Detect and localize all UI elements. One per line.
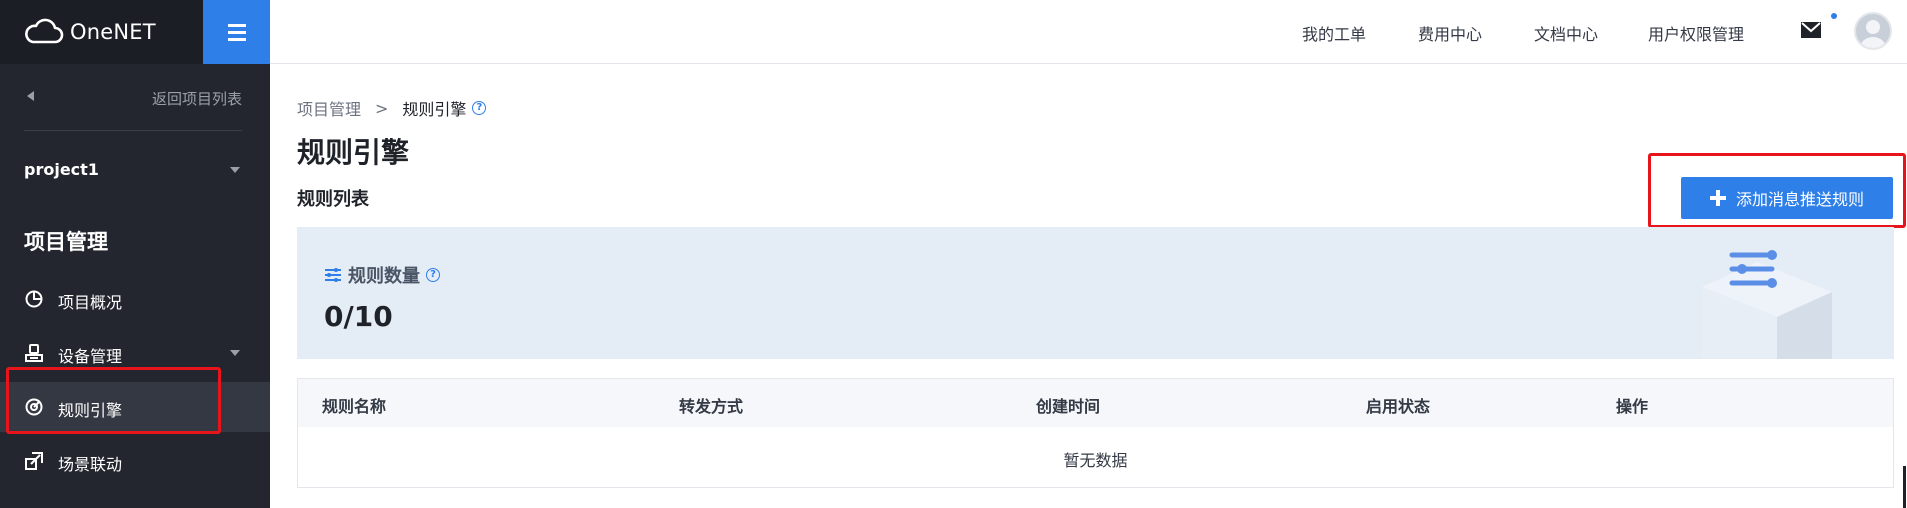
list-filter-icon — [325, 268, 341, 282]
project-selector[interactable]: project1 — [0, 150, 270, 190]
sidebar-item-label: 项目概况 — [58, 293, 123, 312]
plus-icon — [1709, 190, 1726, 206]
sidebar-item-rule-engine[interactable]: 规则引擎 — [0, 382, 270, 432]
cloud-logo-icon — [25, 18, 64, 44]
table-empty-state: 暂无数据 — [1063, 451, 1128, 470]
help-icon[interactable]: ? — [426, 268, 440, 282]
rule-count-value: 0/10 — [324, 300, 393, 333]
chevron-down-icon — [230, 167, 240, 173]
hamburger-icon — [227, 30, 246, 34]
chevron-down-icon — [230, 350, 240, 356]
table-header: 规则名称 转发方式 创建时间 启用状态 操作 — [298, 379, 1893, 427]
header-link-tickets[interactable]: 我的工单 — [1302, 21, 1366, 45]
breadcrumb: 项目管理 > 规则引擎 ? — [297, 96, 487, 120]
add-push-rule-button[interactable]: 添加消息推送规则 — [1681, 177, 1893, 219]
device-icon — [25, 344, 43, 362]
header-link-docs[interactable]: 文档中心 — [1534, 21, 1598, 45]
column-header-rule-name: 规则名称 — [322, 397, 387, 416]
sidebar-item-scene-linkage[interactable]: 场景联动 — [0, 436, 270, 486]
sidebar-divider — [24, 130, 242, 131]
back-label: 返回项目列表 — [151, 90, 242, 108]
breadcrumb-parent-link[interactable]: 项目管理 — [297, 96, 361, 120]
rule-list-title: 规则列表 — [297, 189, 369, 210]
rule-table: 规则名称 转发方式 创建时间 启用状态 操作 暂无数据 — [297, 378, 1894, 488]
sidebar: OneNET 返回项目列表 project1 项目管理 项目概况 设备管理 规则… — [0, 0, 270, 508]
sidebar-item-label: 设备管理 — [58, 347, 123, 366]
sidebar-item-label: 规则引擎 — [58, 401, 123, 420]
help-icon[interactable]: ? — [472, 101, 487, 115]
header-link-billing[interactable]: 费用中心 — [1418, 21, 1482, 45]
user-silhouette-icon — [1860, 20, 1886, 48]
onenet-logo[interactable]: OneNET — [24, 14, 156, 50]
rule-count-card: 规则数量 ? 0/10 — [297, 227, 1894, 359]
breadcrumb-separator: > — [375, 98, 389, 118]
stat-label: 规则数量 — [348, 266, 420, 287]
column-header-forward-method: 转发方式 — [679, 397, 744, 416]
sidebar-item-label: 场景联动 — [58, 455, 123, 474]
stat-label-row: 规则数量 ? — [324, 262, 440, 288]
brand-name: OneNET — [70, 20, 156, 44]
logo-bar: OneNET — [0, 0, 270, 64]
back-to-project-list[interactable]: 返回项目列表 — [0, 76, 270, 122]
scene-link-icon — [25, 452, 43, 470]
sidebar-section-title: 项目管理 — [24, 230, 108, 254]
back-arrow-icon — [27, 91, 34, 101]
column-header-actions: 操作 — [1616, 397, 1649, 416]
breadcrumb-current: 规则引擎 — [402, 100, 467, 119]
user-avatar-icon[interactable] — [1854, 12, 1892, 50]
header-link-permissions[interactable]: 用户权限管理 — [1648, 21, 1744, 45]
sidebar-item-overview[interactable]: 项目概况 — [0, 274, 270, 324]
add-button-label: 添加消息推送规则 — [1735, 190, 1864, 209]
notification-dot — [1831, 13, 1837, 19]
column-header-status: 启用状态 — [1366, 397, 1431, 416]
mail-icon[interactable] — [1800, 21, 1822, 39]
cube-illustration-icon — [1702, 250, 1832, 359]
menu-toggle-button[interactable] — [203, 0, 270, 64]
column-header-created-time: 创建时间 — [1036, 397, 1101, 416]
pie-chart-icon — [25, 290, 43, 308]
rule-target-icon — [25, 398, 43, 416]
sidebar-item-devices[interactable]: 设备管理 — [0, 328, 270, 378]
window-edge — [1903, 466, 1906, 508]
project-name: project1 — [24, 160, 99, 179]
page-title: 规则引擎 — [297, 136, 410, 169]
